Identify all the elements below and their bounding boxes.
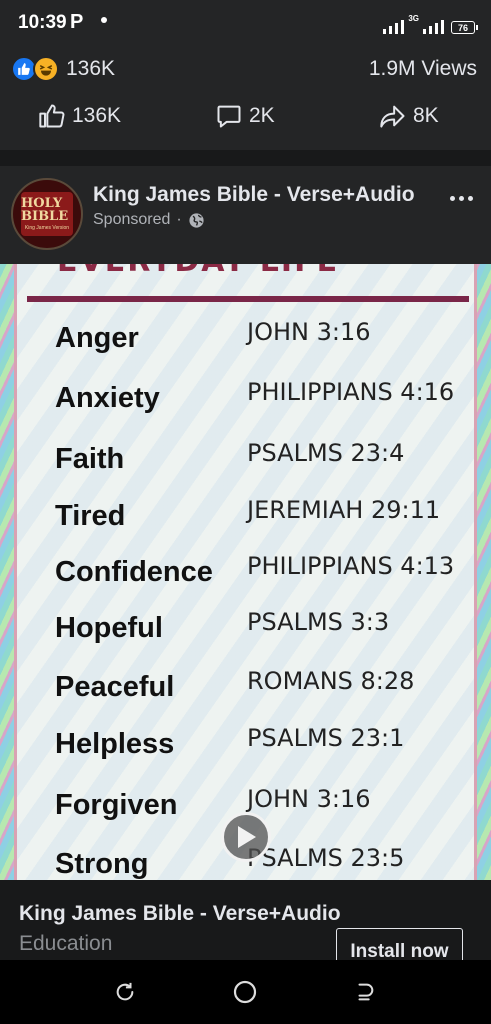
comment-count: 2K <box>249 104 275 127</box>
verse-row: Helpless PSALMS 23:1 <box>17 724 480 764</box>
verse-row: Hopeful PSALMS 3:3 <box>17 608 480 648</box>
verse-reference: PSALMS 23:1 <box>247 724 405 752</box>
signal-bar-icon <box>395 23 399 34</box>
recent-apps-button[interactable] <box>111 978 139 1006</box>
emotion-label: Faith <box>55 443 125 475</box>
verse-reference: JOHN 3:16 <box>247 785 371 813</box>
verse-row: Anxiety PHILIPPIANS 4:16 <box>17 378 480 418</box>
battery-icon: 76 <box>451 21 478 34</box>
more-options-icon[interactable] <box>450 196 473 201</box>
bible-logo-icon: HOLY BIBLE King James Version <box>21 192 73 236</box>
emotion-label: Tired <box>55 500 126 532</box>
emotion-label: Confidence <box>55 556 213 588</box>
sponsored-line: Sponsored · <box>93 211 205 229</box>
thumbs-up-icon <box>39 104 65 128</box>
avatar-subtext: King James Version <box>24 225 70 231</box>
emotion-label: Anxiety <box>55 382 160 414</box>
verse-reference: PSALMS 23:5 <box>247 844 405 872</box>
status-time: 10:39 <box>18 12 67 33</box>
action-row: 136K 2K 8K <box>0 95 491 139</box>
home-button[interactable] <box>231 978 259 1006</box>
emotion-label: Hopeful <box>55 612 163 644</box>
share-icon <box>380 105 405 128</box>
share-count: 8K <box>413 104 439 127</box>
views-count: 1.9M Views <box>368 57 477 80</box>
sponsored-label: Sponsored <box>93 211 171 228</box>
cta-title[interactable]: King James Bible - Verse+Audio <box>19 902 341 926</box>
verse-reference: PHILIPPIANS 4:16 <box>247 378 455 406</box>
verse-row: Tired JEREMIAH 29:11 <box>17 496 480 536</box>
signal-bar-icon <box>423 29 426 34</box>
status-icons: 3G 76 <box>383 14 478 34</box>
verse-reference: JOHN 3:16 <box>247 318 371 346</box>
comment-button[interactable]: 2K <box>215 101 275 131</box>
comment-icon <box>217 105 241 128</box>
card-heading: EVERYDAY LIFE <box>57 264 339 279</box>
verse-card: EVERYDAY LIFE Anger JOHN 3:16 Anxiety PHILI… <box>14 264 477 880</box>
network-type: 3G <box>408 14 419 23</box>
emotion-label: Forgiven <box>55 789 178 821</box>
verse-row: Faith PSALMS 23:4 <box>17 439 480 479</box>
back-button[interactable] <box>351 978 379 1006</box>
post-header: HOLY BIBLE King James Version King James… <box>0 166 491 264</box>
back-icon <box>358 983 374 1001</box>
verse-reference: PSALMS 23:4 <box>247 439 405 467</box>
feed-divider <box>0 150 491 166</box>
like-button[interactable]: 136K <box>38 101 121 131</box>
verse-row: Anger JOHN 3:16 <box>17 318 480 358</box>
verse-reference: PHILIPPIANS 4:13 <box>247 552 455 580</box>
haha-icon <box>33 56 59 82</box>
recents-icon <box>116 982 134 1001</box>
cta-category: Education <box>19 932 113 955</box>
emotion-label: Anger <box>55 322 139 354</box>
share-button[interactable]: 8K <box>379 101 439 131</box>
signal-bar-icon <box>441 20 444 34</box>
verse-reference: JEREMIAH 29:11 <box>247 496 441 524</box>
reaction-count[interactable]: 136K <box>66 57 115 81</box>
reaction-icons <box>11 56 63 82</box>
like-count: 136K <box>72 104 122 127</box>
signal-bar-icon <box>389 26 393 34</box>
heading-rule <box>27 296 469 302</box>
page-name-link[interactable]: King James Bible - Verse+Audio <box>93 183 415 207</box>
globe-icon <box>189 212 204 228</box>
home-circle-icon <box>233 980 257 1004</box>
reactions-summary[interactable]: 136K 1.9M Views <box>0 48 491 90</box>
emotion-label: Strong <box>55 848 149 880</box>
signal-bar-icon <box>429 26 432 34</box>
signal-bar-icon <box>435 23 438 34</box>
signal-bar-icon <box>383 29 387 34</box>
post-video[interactable]: EVERYDAY LIFE Anger JOHN 3:16 Anxiety PHILI… <box>0 264 491 880</box>
verse-reference: ROMANS 8:28 <box>247 667 415 695</box>
emotion-label: Peaceful <box>55 671 175 703</box>
verse-row: Confidence PHILIPPIANS 4:13 <box>17 552 480 592</box>
verse-reference: PSALMS 3:3 <box>247 608 390 636</box>
play-button[interactable] <box>221 812 271 862</box>
play-icon <box>238 826 256 848</box>
app-indicator-icon: P <box>70 11 84 33</box>
verse-row: Peaceful ROMANS 8:28 <box>17 667 480 707</box>
system-nav-bar <box>0 960 491 1024</box>
status-bar: 10:39 P 3G 76 <box>0 0 491 48</box>
separator-dot: · <box>176 211 182 228</box>
page-avatar[interactable]: HOLY BIBLE King James Version <box>11 178 83 250</box>
emotion-label: Helpless <box>55 728 175 760</box>
signal-bar-icon <box>401 20 405 34</box>
avatar-text: HOLY BIBLE <box>21 196 69 224</box>
cta-bar: King James Bible - Verse+Audio Education… <box>0 880 491 972</box>
notification-dot-icon <box>101 17 107 23</box>
